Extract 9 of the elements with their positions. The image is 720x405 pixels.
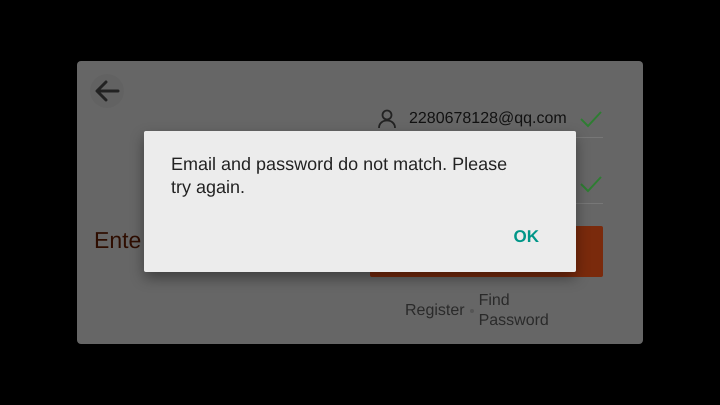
email-field[interactable]: 2280678128@qq.com xyxy=(409,110,567,128)
back-button[interactable] xyxy=(90,74,124,108)
register-link[interactable]: Register xyxy=(405,302,465,320)
dialog-message: Email and password do not match. Please try again. xyxy=(171,153,508,199)
user-icon xyxy=(377,108,397,128)
back-arrow-icon xyxy=(94,80,120,102)
ok-button[interactable]: OK xyxy=(514,227,539,247)
find-password-link[interactable]: Find Password xyxy=(478,291,559,331)
login-title: Ente xyxy=(94,227,142,254)
